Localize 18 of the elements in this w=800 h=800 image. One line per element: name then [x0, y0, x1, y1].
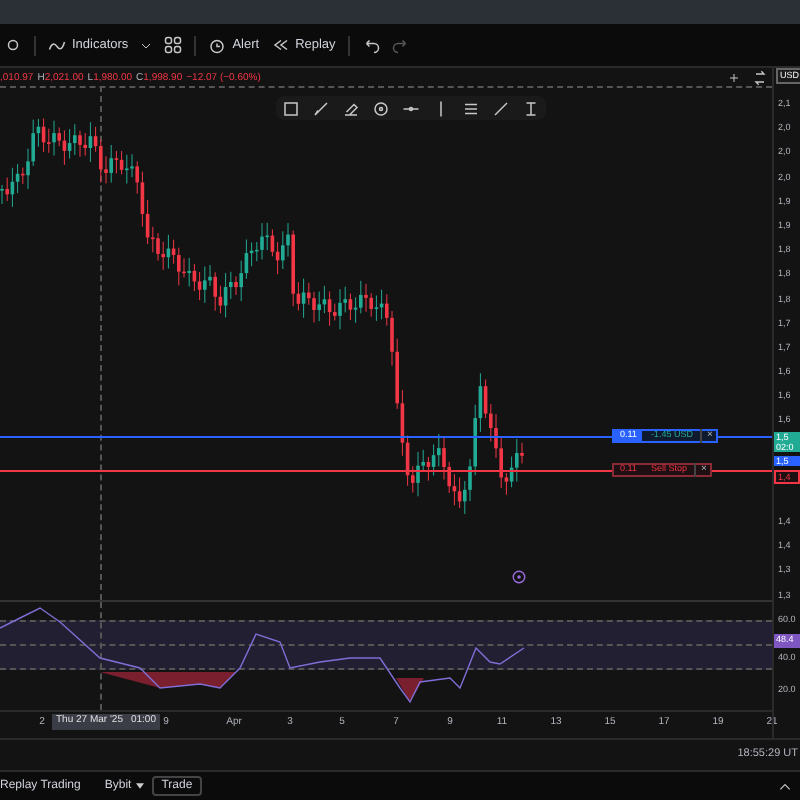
- parallel-lines-icon[interactable]: [462, 99, 480, 117]
- brush-icon[interactable]: [312, 99, 330, 117]
- plus-icon[interactable]: [728, 72, 740, 84]
- highlighter-icon[interactable]: [342, 99, 360, 117]
- replay-marker-icon: [512, 570, 526, 584]
- target-icon[interactable]: [372, 99, 390, 117]
- chart-wave-icon[interactable]: [48, 36, 66, 54]
- undo-icon[interactable]: [361, 36, 380, 54]
- chevron-up-icon[interactable]: [778, 779, 792, 793]
- chevron-down-icon[interactable]: [140, 39, 153, 51]
- grid-icon[interactable]: [164, 36, 183, 54]
- caret-icon: [135, 782, 144, 790]
- compare-icon[interactable]: [752, 70, 768, 86]
- rewind-icon[interactable]: [271, 36, 290, 54]
- rectangle-icon[interactable]: [282, 99, 300, 117]
- alarm-clock-icon[interactable]: [208, 36, 227, 54]
- trend-line-icon[interactable]: [492, 99, 510, 117]
- measure-icon[interactable]: [522, 99, 540, 117]
